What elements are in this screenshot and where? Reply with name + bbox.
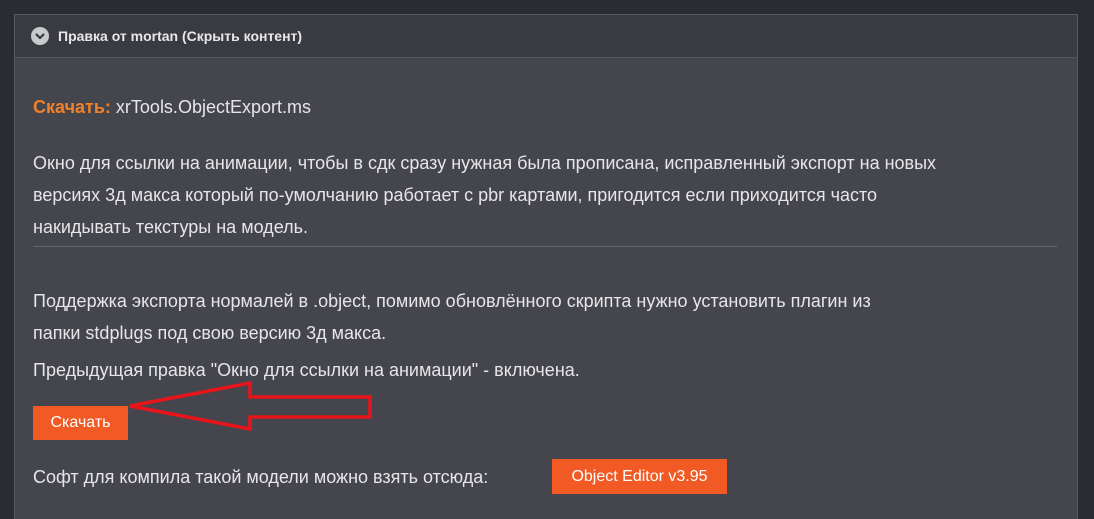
red-arrow-left-icon [129, 381, 372, 432]
description-line: накидывать текстуры на модель. [33, 217, 308, 237]
download-line: Скачать: xrTools.ObjectExport.ms [33, 97, 311, 118]
spoiler-header[interactable]: Правка от mortan (Скрыть контент) [15, 15, 1077, 58]
normals-paragraph: Поддержка экспорта нормалей в .object, п… [33, 285, 1063, 349]
download-label: Скачать: [33, 97, 111, 117]
normals-line: Поддержка экспорта нормалей в .object, п… [33, 291, 871, 311]
normals-line: папки stdplugs под свою версию 3д макса. [33, 323, 387, 343]
description-line: Окно для ссылки на анимации, чтобы в сдк… [33, 153, 937, 173]
description-paragraph: Окно для ссылки на анимации, чтобы в сдк… [33, 147, 1063, 243]
spoiler-panel: Правка от mortan (Скрыть контент) Скачат… [14, 14, 1078, 519]
previous-fix-text: Предыдущая правка "Окно для ссылки на ан… [33, 360, 580, 380]
spoiler-title: Правка от mortan (Скрыть контент) [58, 28, 303, 44]
download-filename[interactable]: xrTools.ObjectExport.ms [116, 97, 311, 117]
soft-text: Софт для компила такой модели можно взят… [33, 467, 489, 487]
divider [33, 246, 1057, 247]
description-line: версиях 3д макса который по-умолчанию ра… [33, 185, 878, 205]
object-editor-button[interactable]: Object Editor v3.95 [552, 459, 727, 494]
chevron-down-icon[interactable] [31, 27, 49, 45]
